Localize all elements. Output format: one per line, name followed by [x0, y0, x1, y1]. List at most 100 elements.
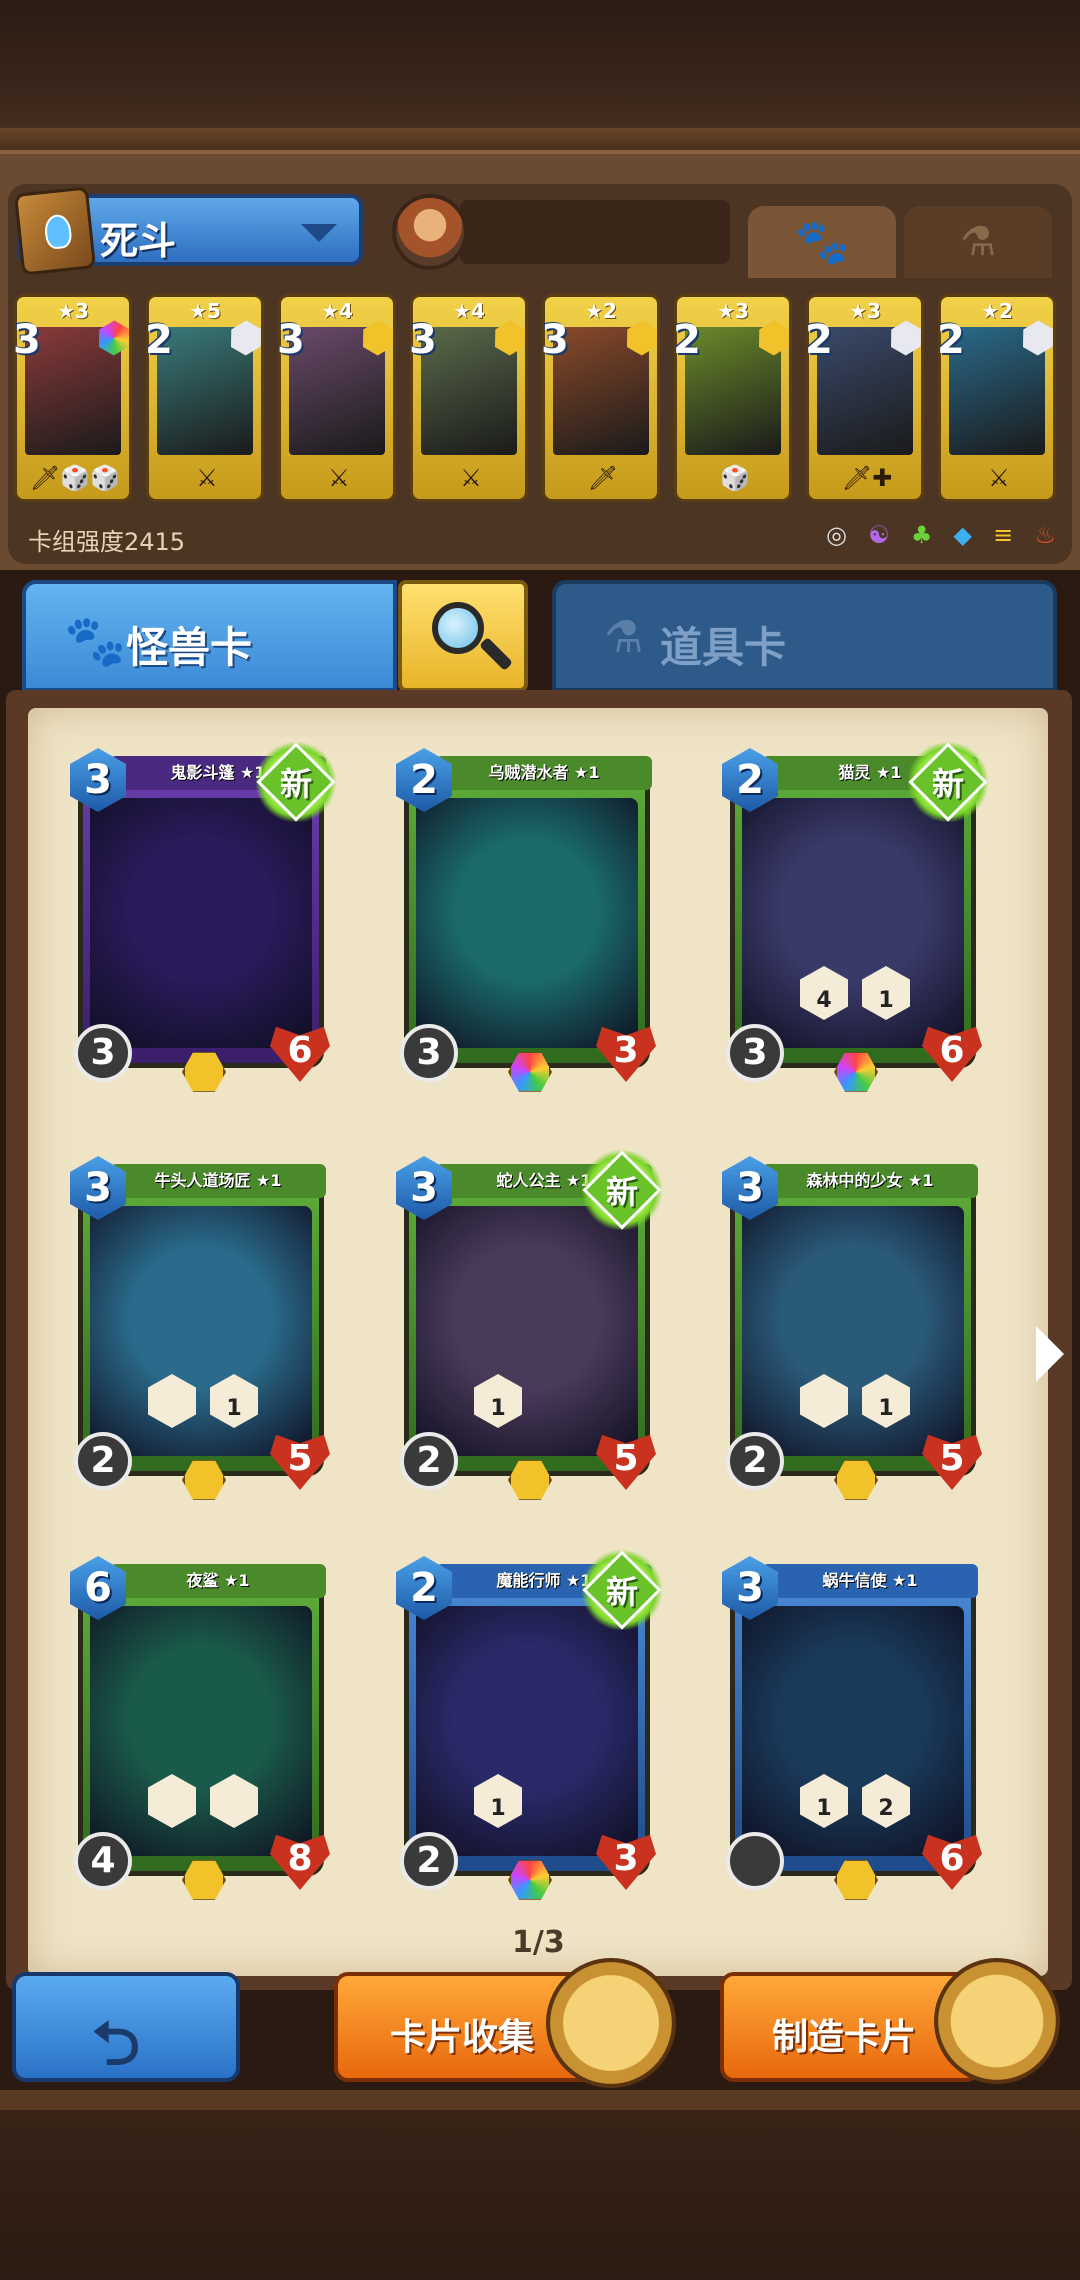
paw-icon: 🐾	[794, 217, 850, 268]
card-attack: 2	[74, 1432, 132, 1490]
tab-item-cards[interactable]: ⚗ 道具卡	[552, 580, 1057, 692]
deck-card-cost: 3	[541, 317, 569, 363]
collection-card[interactable]: 鬼影斗篷 ★1 3 新 3 6	[70, 742, 336, 1092]
card-name: 牛头人道场匠 ★1	[110, 1164, 326, 1198]
deck-card-row: ★3 3 🗡🎲🎲 ★5 2 ⚔ ★4 3 ⚔ ★4 3 ⚔ ★2 3 🗡 ★3 2 🎲 ★3 2 🗡✚ ★2 2 ⚔	[13, 294, 1066, 504]
type-filter-icon[interactable]: ♣	[911, 521, 933, 549]
collection-page: 鬼影斗篷 ★1 3 新 3 6 乌贼潜水者 ★1 2 3 3 猫灵 ★1 2 新 4 1 3 6 牛头人道场匠 …	[28, 708, 1048, 1976]
type-filter-icon[interactable]: ◎	[826, 521, 847, 549]
collection-card[interactable]: 乌贼潜水者 ★1 2 3 3	[396, 748, 658, 1092]
collection-card[interactable]: 夜鲨 ★1 6 4 8	[70, 1556, 332, 1900]
deck-book-icon	[13, 186, 97, 276]
deck-tab-monster[interactable]: 🐾	[748, 206, 896, 278]
deck-card-ability-icons: 🎲	[720, 464, 750, 492]
card-art	[742, 1606, 964, 1856]
paw-icon: 🐾	[64, 612, 127, 670]
deck-card-ability-icons: ⚔	[196, 464, 218, 492]
deck-card[interactable]: ★2 3 🗡	[541, 294, 660, 502]
search-icon	[432, 602, 484, 654]
deck-card-ability-icons: 🗡✚	[841, 464, 893, 492]
chevron-down-icon	[301, 224, 337, 242]
deck-card[interactable]: ★3 3 🗡🎲🎲	[13, 294, 132, 502]
deck-card[interactable]: ★3 2 🎲	[673, 294, 792, 502]
collection-card[interactable]: 蜗牛信使 ★1 3 1 2 6	[722, 1556, 984, 1900]
search-button[interactable]	[398, 580, 528, 692]
card-art	[90, 1606, 312, 1856]
type-filter-icon[interactable]: ♨	[1034, 521, 1056, 549]
card-attack: 2	[400, 1432, 458, 1490]
deck-card[interactable]: ★4 3 ⚔	[409, 294, 528, 502]
type-filter-icon[interactable]: ◆	[954, 521, 972, 549]
card-attack	[726, 1832, 784, 1890]
deck-card-cost: 2	[805, 317, 833, 363]
next-page-arrow[interactable]	[1036, 1326, 1064, 1382]
deck-name: 死斗	[100, 219, 177, 263]
deck-card-cost: 2	[937, 317, 965, 363]
card-name: 森林中的少女 ★1	[762, 1164, 978, 1198]
craft-card-icon[interactable]	[934, 1958, 1060, 2084]
card-type-tabs: 🐾 怪兽卡 ⚗ 道具卡	[0, 570, 1080, 692]
deck-card-ability-icons: ⚔	[988, 464, 1010, 492]
deck-card[interactable]: ★4 3 ⚔	[277, 294, 396, 502]
card-name: 蜗牛信使 ★1	[762, 1564, 978, 1598]
deck-card-cost: 3	[277, 317, 305, 363]
collection-card[interactable]: 森林中的少女 ★1 3 1 2 5	[722, 1156, 984, 1500]
deck-panel: 死斗 🐾 ⚗ ★3 3 🗡🎲🎲 ★5 2 ⚔ ★4 3 ⚔ ★4 3 ⚔ ★2 3 🗡 ★3 2 🎲 ★3 2 🗡✚ ★2…	[0, 150, 1080, 570]
new-badge-label: 新	[931, 765, 964, 803]
back-arrow-icon: ⮌	[92, 2009, 141, 2079]
flask-icon: ⚗	[960, 219, 996, 265]
flask-icon: ⚗	[604, 612, 644, 663]
deck-selector-dropdown[interactable]: 死斗	[13, 186, 363, 276]
new-badge-label: 新	[605, 1573, 638, 1611]
deck-card-ability-icons: ⚔	[328, 464, 350, 492]
deck-card-cost: 2	[145, 317, 173, 363]
bottom-wood-frame	[0, 2090, 1080, 2280]
collection-book: 鬼影斗篷 ★1 3 新 3 6 乌贼潜水者 ★1 2 3 3 猫灵 ★1 2 新 4 1 3 6 牛头人道场匠 …	[6, 690, 1072, 1990]
collection-card[interactable]: 蛇人公主 ★1 3 新 1 2 5	[396, 1150, 662, 1500]
back-button[interactable]: ⮌	[12, 1972, 240, 2082]
deck-card[interactable]: ★2 2 ⚔	[937, 294, 1056, 502]
page-indicator: 1/3	[512, 1925, 565, 1960]
type-filter-icons: ◎ ☯ ♣ ◆ ≡ ♨	[826, 518, 1056, 552]
new-badge: 新	[908, 742, 988, 822]
deck-card[interactable]: ★5 2 ⚔	[145, 294, 264, 502]
tab-monster-label: 怪兽卡	[126, 623, 253, 672]
card-art	[742, 798, 964, 1048]
new-badge: 新	[582, 1550, 662, 1630]
craft-card-label: 制造卡片	[772, 2017, 917, 2058]
card-art	[416, 1606, 638, 1856]
card-collection-icon[interactable]	[546, 1958, 676, 2088]
tab-monster-cards[interactable]: 🐾 怪兽卡	[22, 580, 397, 692]
card-attack: 3	[74, 1024, 132, 1082]
tab-items-label: 道具卡	[660, 623, 787, 672]
deck-card-ability-icons: 🗡	[587, 464, 619, 492]
card-art	[90, 798, 312, 1048]
collection-card[interactable]: 猫灵 ★1 2 新 4 1 3 6	[722, 742, 988, 1092]
card-name: 乌贼潜水者 ★1	[436, 756, 652, 790]
card-collection-label: 卡片收集	[390, 2017, 535, 2058]
new-badge-label: 新	[279, 765, 312, 803]
new-badge: 新	[256, 742, 336, 822]
deck-tab-items[interactable]: ⚗	[904, 206, 1052, 278]
deck-card[interactable]: ★3 2 🗡✚	[805, 294, 924, 502]
hero-avatar[interactable]	[392, 194, 468, 270]
deck-card-cost: 3	[13, 317, 41, 363]
top-wood-frame	[0, 0, 1080, 150]
deck-strength: 卡组强度2415	[28, 528, 186, 556]
card-art	[416, 798, 638, 1048]
new-badge: 新	[582, 1150, 662, 1230]
card-art	[742, 1206, 964, 1456]
card-attack: 4	[74, 1832, 132, 1890]
collection-card[interactable]: 牛头人道场匠 ★1 3 1 2 5	[70, 1156, 332, 1500]
card-art	[90, 1206, 312, 1456]
card-attack: 3	[400, 1024, 458, 1082]
card-attack: 2	[400, 1832, 458, 1890]
deck-card-ability-icons: ⚔	[460, 464, 482, 492]
type-filter-icon[interactable]: ≡	[993, 521, 1013, 549]
card-art	[416, 1206, 638, 1456]
new-badge-label: 新	[605, 1173, 638, 1211]
card-attack: 3	[726, 1024, 784, 1082]
collection-card[interactable]: 魔能行师 ★1 2 新 1 2 3	[396, 1550, 662, 1900]
deck-card-ability-icons: 🗡🎲🎲	[29, 464, 121, 492]
type-filter-icon[interactable]: ☯	[868, 521, 890, 549]
